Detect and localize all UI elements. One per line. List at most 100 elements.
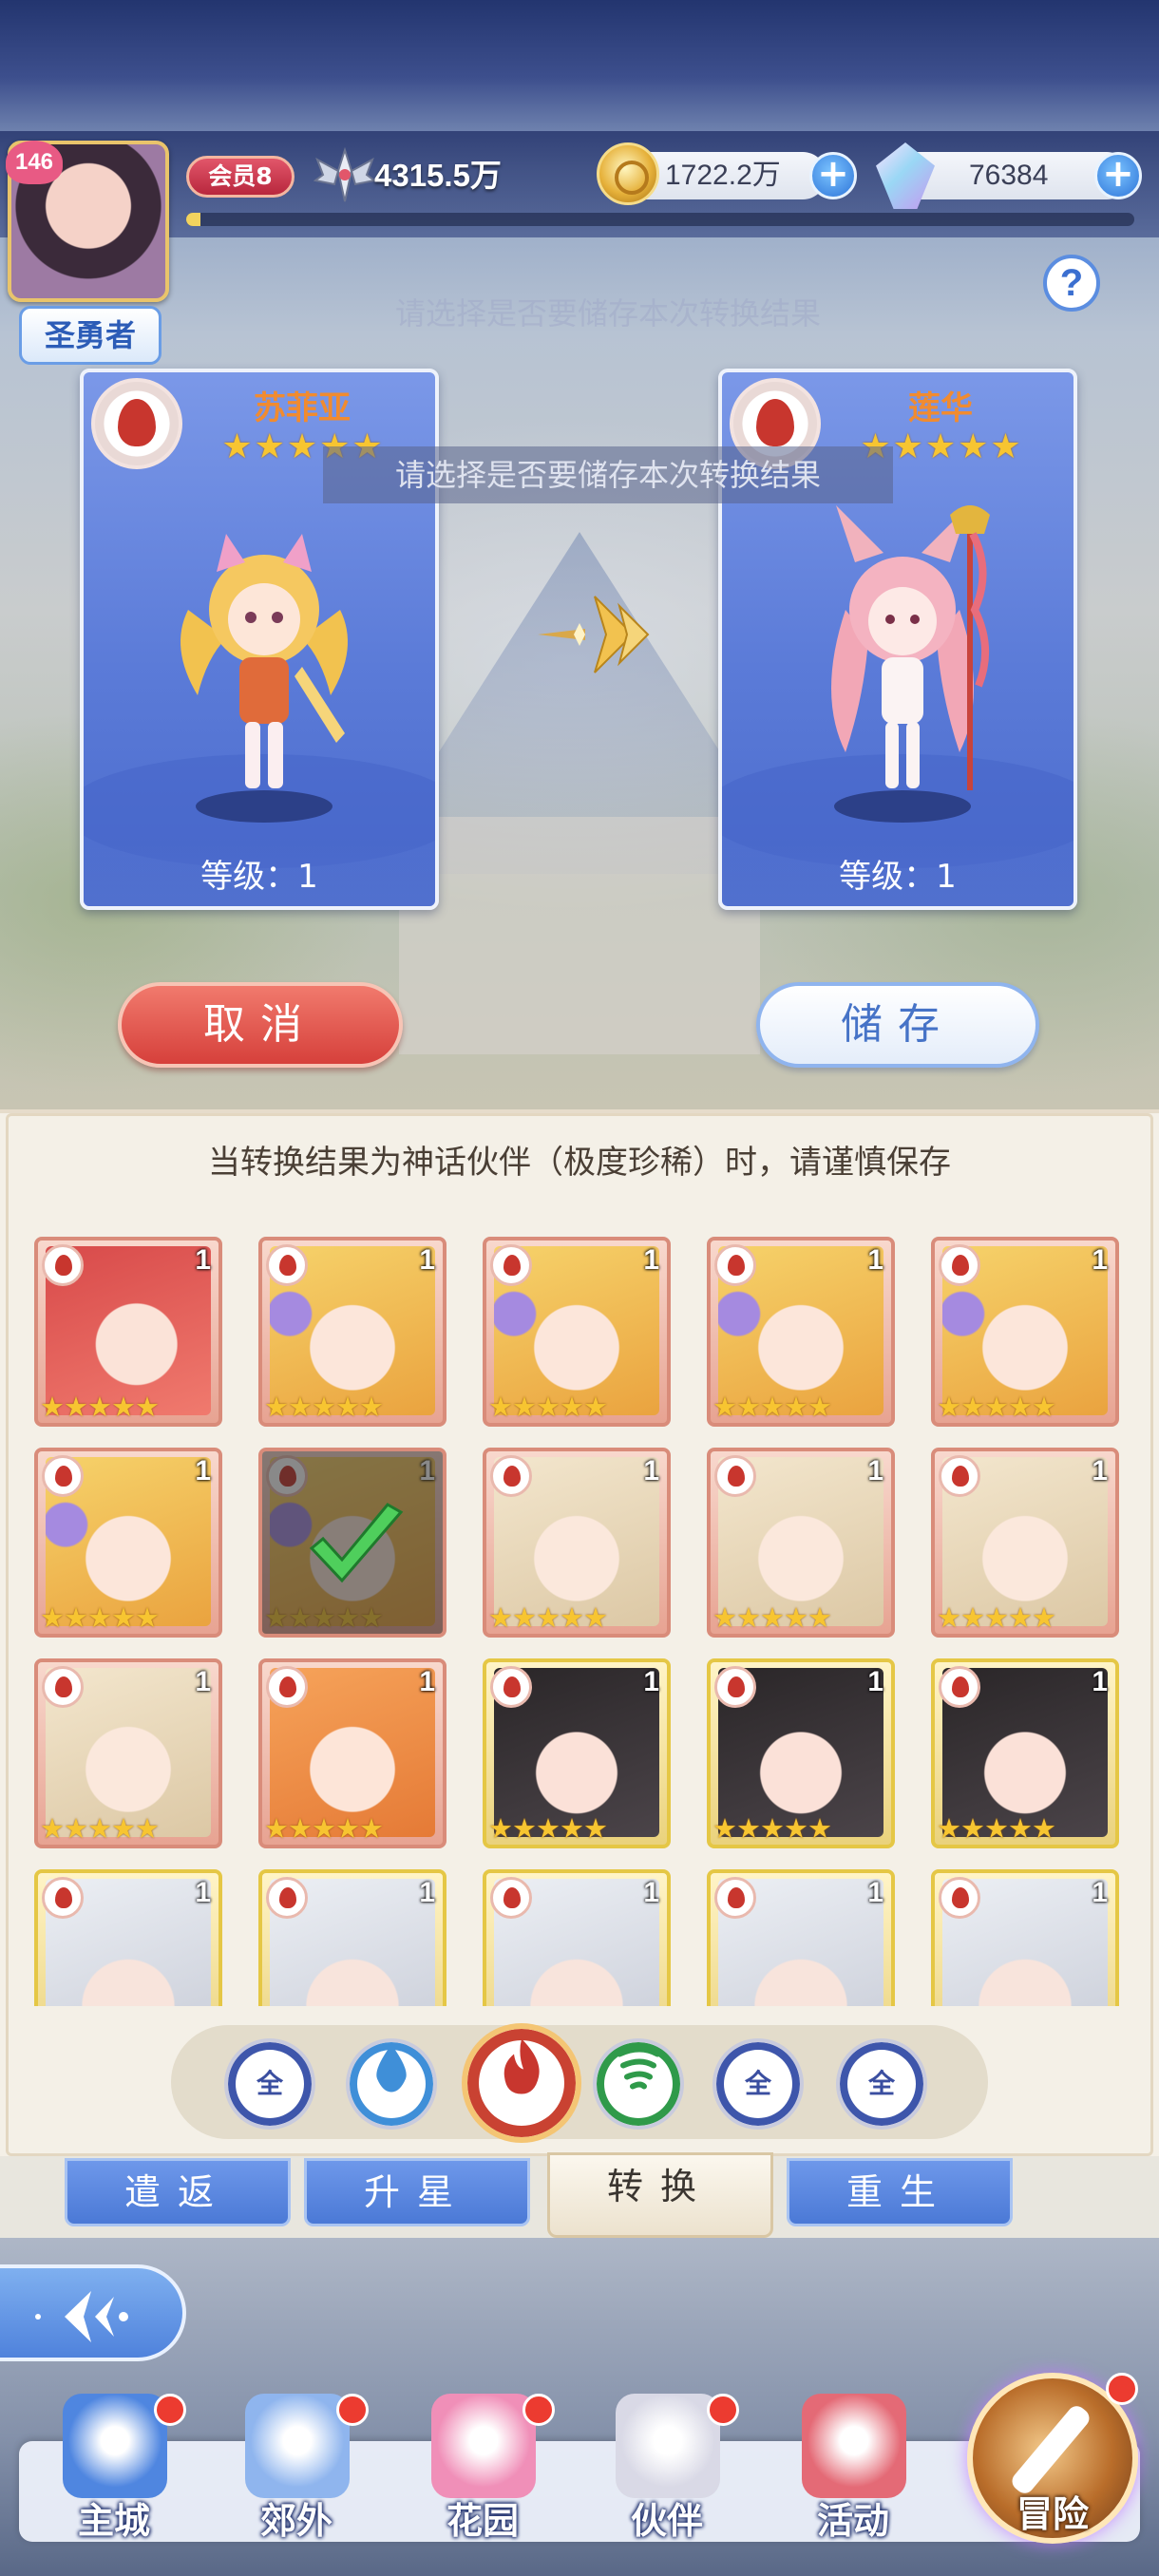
roster-hero-tile[interactable]: 1★★★★★: [258, 1869, 446, 2006]
filter-all-button[interactable]: 全: [712, 2038, 804, 2130]
roster-hero-tile[interactable]: 1★★★★★: [931, 1869, 1119, 2006]
nav-item-1[interactable]: 郊外: [203, 2394, 390, 2555]
roster-hero-tile[interactable]: 1★★★★★: [483, 1448, 671, 1638]
roster-hero-tile[interactable]: 1★★★★★: [34, 1869, 222, 2006]
roster-hero-tile[interactable]: 1★★★★★: [707, 1448, 895, 1638]
add-gold-button[interactable]: +: [809, 152, 857, 199]
xp-progress-fill: [186, 213, 200, 226]
filter-all-button[interactable]: 全: [836, 2038, 927, 2130]
source-hero-name: 苏菲亚: [254, 389, 351, 427]
filter-water-drop-button[interactable]: [346, 2038, 437, 2130]
back-button[interactable]: [0, 2264, 186, 2361]
nav-label: 主城: [77, 2500, 150, 2542]
hero-level: 1: [867, 1877, 884, 1908]
fire-element-icon: [42, 1455, 84, 1497]
roster-hero-tile[interactable]: 1★★★★★: [931, 1237, 1119, 1427]
notification-dot: [522, 2394, 555, 2426]
gift-icon: [802, 2394, 906, 2498]
background-building: [399, 817, 760, 1054]
hero-level: 1: [419, 1244, 435, 1276]
source-hero-figure: [180, 534, 348, 788]
notification-dot: [707, 2394, 739, 2426]
hero-stars: ★★★★★: [488, 1601, 608, 1634]
save-button[interactable]: 储存: [756, 982, 1039, 1068]
roster-hero-tile[interactable]: 1 ★★★★★: [34, 1448, 222, 1638]
hero-stars: ★★★★★: [712, 1812, 832, 1845]
adventure-button[interactable]: 冒险: [967, 2373, 1138, 2544]
nav-item-4[interactable]: 活动: [760, 2394, 946, 2555]
fire-element-icon: [42, 1666, 84, 1708]
roster-hero-tile[interactable]: 1★★★★★: [34, 1658, 222, 1848]
hero-level: 1: [867, 1244, 884, 1276]
nav-item-0[interactable]: 主城: [21, 2394, 207, 2555]
xp-progress-bar: [186, 213, 1134, 226]
hero-roster-grid: 1 ★★★★★ 1 ★★★★★ 1 ★★★★★ 1 ★★★★★ 1 ★★★★★ 1 ★★★★★ 1 ★★★…: [34, 1237, 1127, 2006]
roster-hero-tile[interactable]: 1★★★★★: [34, 1237, 222, 1427]
nav-item-3[interactable]: 伙伴: [574, 2394, 760, 2555]
filter-wind-button[interactable]: [593, 2038, 684, 2130]
notification-dot: [1106, 2373, 1138, 2405]
source-hero-level: 等级：1: [84, 843, 435, 906]
fire-element-icon: [939, 1877, 980, 1919]
add-gems-button[interactable]: +: [1094, 152, 1142, 199]
hero-level: 1: [1092, 1455, 1108, 1487]
fire-element-icon: [714, 1455, 756, 1497]
checkmark-icon: [309, 1503, 404, 1583]
nav-item-2[interactable]: 花园: [390, 2394, 576, 2555]
hero-level: 1: [195, 1455, 211, 1487]
compass-icon: [1008, 2402, 1093, 2497]
hero-level: 1: [643, 1877, 659, 1908]
fire-element-icon: [266, 1877, 308, 1919]
roster-hero-tile[interactable]: 1★★★★★: [707, 1658, 895, 1848]
roster-hero-tile[interactable]: 1★★★★★: [707, 1869, 895, 2006]
tab-0[interactable]: 遣返: [65, 2158, 291, 2226]
hero-level: 1: [643, 1666, 659, 1697]
fire-element-icon: [490, 1877, 532, 1919]
hero-level: 1: [195, 1244, 211, 1276]
hero-level: 1: [195, 1877, 211, 1908]
hero-stars: ★★★★★: [937, 1391, 1056, 1423]
help-button[interactable]: ?: [1043, 255, 1100, 312]
roster-hero-tile[interactable]: 1★★★★★: [483, 1237, 671, 1427]
roster-hero-tile[interactable]: 1★★★★★: [931, 1448, 1119, 1638]
roster-hero-tile[interactable]: 1★★★★★: [258, 1658, 446, 1848]
hero-stars: ★★★★★: [264, 1391, 384, 1423]
player-avatar[interactable]: 146: [6, 141, 169, 302]
hero-level: 1: [419, 1877, 435, 1908]
hero-stars: ★★★★★: [488, 1812, 608, 1845]
vip-badge[interactable]: 会员8: [186, 156, 294, 198]
gold-coin-icon: [597, 142, 659, 205]
mythic-warning-text: 当转换结果为神话伙伴（极度珍稀）时，请谨慎保存: [208, 1144, 951, 1182]
castle-icon: [63, 2394, 167, 2498]
hero-level: 1: [195, 1666, 211, 1697]
fire-element-icon: [714, 1877, 756, 1919]
fire-element-icon: [714, 1244, 756, 1286]
roster-hero-tile[interactable]: 1★★★★★: [707, 1237, 895, 1427]
roster-hero-tile[interactable]: 1 ★★★★★: [483, 1658, 671, 1848]
fire-element-icon: [490, 1244, 532, 1286]
filter-all-button[interactable]: 全: [224, 2038, 315, 2130]
roster-hero-tile[interactable]: 1★★★★★: [483, 1869, 671, 2006]
tab-1[interactable]: 升星: [304, 2158, 530, 2226]
fire-element-icon: [42, 1877, 84, 1919]
fire-element-icon: [91, 378, 182, 469]
hero-stars: ★★★★★: [40, 1601, 160, 1634]
water-drop-icon: [368, 2041, 415, 2128]
filter-fire-button[interactable]: [462, 2023, 581, 2143]
fire-element-icon: [939, 1244, 980, 1286]
fire-element-icon: [266, 1244, 308, 1286]
wind-icon: [612, 2041, 665, 2128]
tab-3[interactable]: 重生: [787, 2158, 1013, 2226]
roster-hero-tile[interactable]: 1★★★★★: [258, 1448, 446, 1638]
nav-label: 冒险: [1016, 2493, 1089, 2535]
nav-label: 花园: [446, 2500, 519, 2542]
roster-hero-tile[interactable]: 1 ★★★★★: [258, 1237, 446, 1427]
nav-label: 伙伴: [630, 2500, 703, 2542]
tab-2[interactable]: 转换: [547, 2152, 773, 2238]
fire-element-icon: [490, 1666, 532, 1708]
nav-label: 活动: [816, 2500, 889, 2542]
back-arrow-icon: [35, 2291, 128, 2342]
cancel-button[interactable]: 取消: [118, 982, 403, 1068]
hero-stars: ★★★★★: [488, 1391, 608, 1423]
roster-hero-tile[interactable]: 1★★★★★: [931, 1658, 1119, 1848]
